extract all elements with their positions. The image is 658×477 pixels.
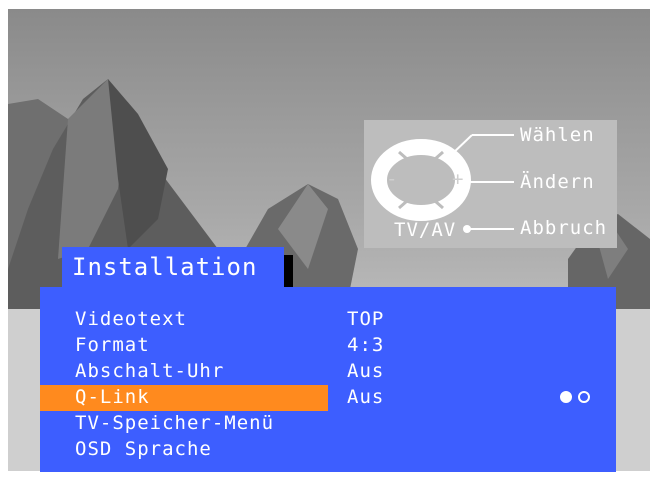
menu-title: Installation bbox=[72, 253, 258, 281]
remote-help-box: ^ v - + Wählen Ändern Abbruch TV/AV bbox=[364, 120, 617, 248]
menu-item-label: Q-Link bbox=[75, 386, 150, 408]
menu-item-q-link[interactable]: Q-Link bbox=[40, 385, 328, 411]
menu-title-tab: Installation bbox=[62, 247, 284, 287]
menu-item-format[interactable]: Format bbox=[40, 333, 328, 359]
menu-item-label: Videotext bbox=[75, 308, 187, 330]
menu-value-abschalt-uhr: Aus bbox=[347, 360, 385, 382]
menu-value-format: 4:3 bbox=[347, 334, 385, 356]
down-arrow-icon: v bbox=[416, 200, 427, 218]
installation-menu-panel: Videotext Format Abschalt-Uhr Q-Link TV-… bbox=[40, 287, 616, 472]
plus-icon: + bbox=[452, 168, 465, 190]
menu-item-tv-speicher-menue[interactable]: TV-Speicher-Menü bbox=[40, 411, 328, 437]
minus-icon: - bbox=[386, 168, 399, 190]
help-label-abbruch: Abbruch bbox=[520, 217, 608, 239]
menu-item-osd-sprache[interactable]: OSD Sprache bbox=[40, 437, 328, 463]
up-arrow-icon: ^ bbox=[416, 139, 427, 157]
menu-item-abschalt-uhr[interactable]: Abschalt-Uhr bbox=[40, 359, 328, 385]
menu-item-label: TV-Speicher-Menü bbox=[75, 412, 275, 434]
menu-item-videotext[interactable]: Videotext bbox=[40, 307, 328, 333]
help-label-aendern: Ändern bbox=[520, 171, 595, 193]
menu-item-label: Format bbox=[75, 334, 150, 356]
page-indicator-current-dot bbox=[560, 391, 572, 403]
menu-item-label: Abschalt-Uhr bbox=[75, 360, 225, 382]
menu-value-q-link: Aus bbox=[347, 386, 385, 408]
help-label-waehlen: Wählen bbox=[520, 124, 595, 146]
menu-item-label: OSD Sprache bbox=[75, 438, 212, 460]
page-indicator-next-dot bbox=[578, 391, 590, 403]
help-label-tvav: TV/AV bbox=[394, 219, 457, 241]
menu-value-videotext: TOP bbox=[347, 308, 385, 330]
